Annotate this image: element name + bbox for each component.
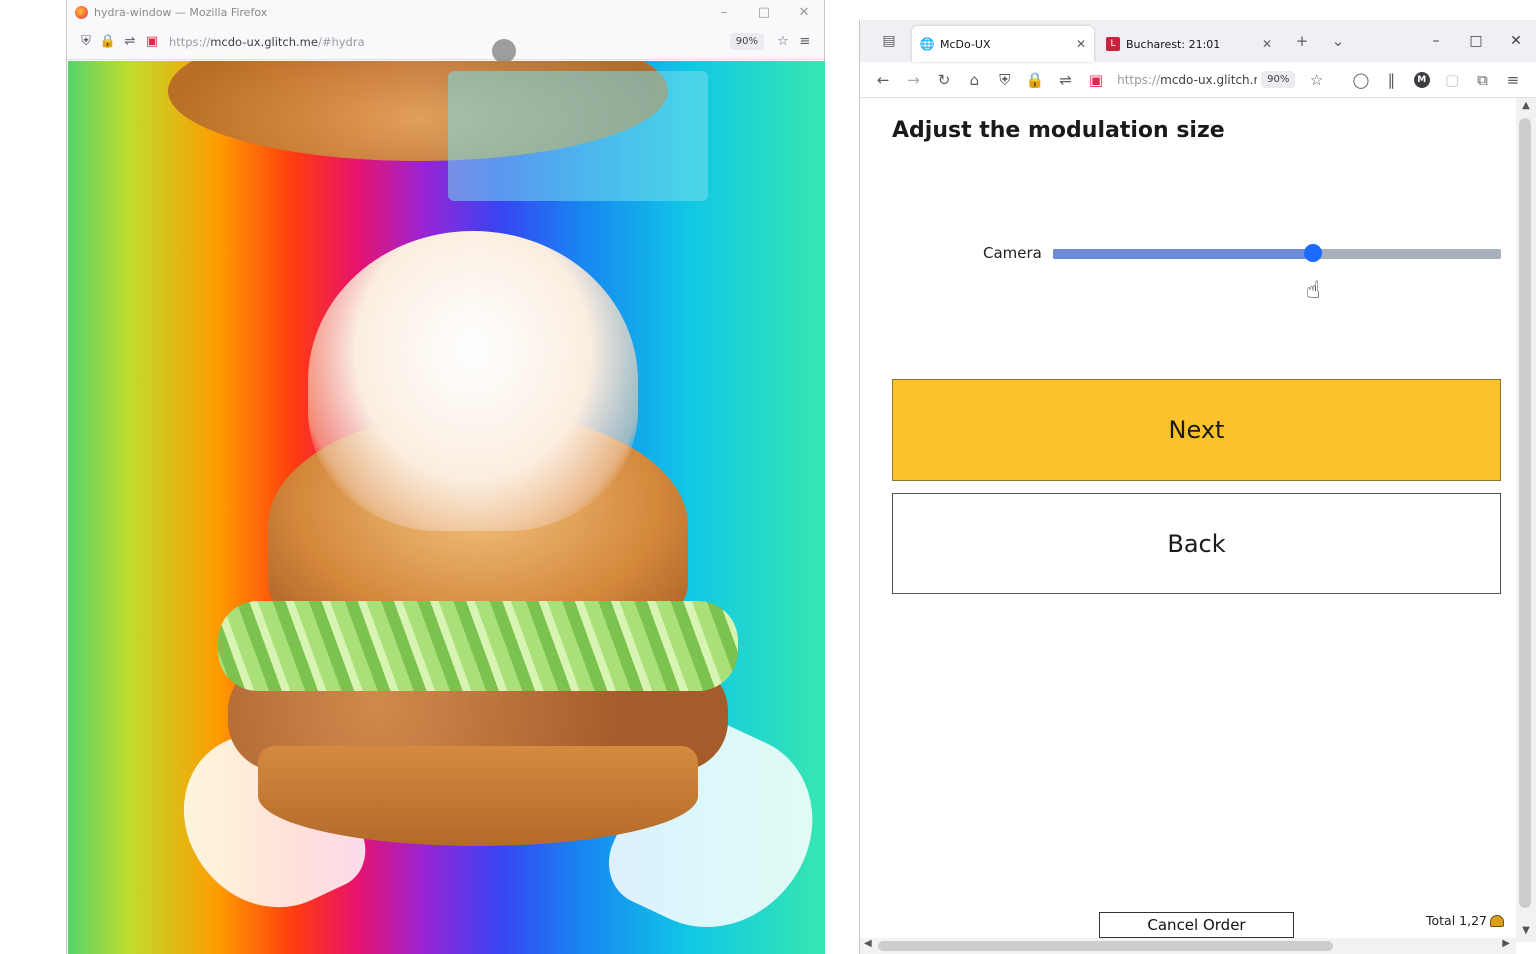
slider-fill (1053, 249, 1313, 259)
close-icon[interactable]: ✕ (1496, 20, 1536, 62)
url-scheme: https:// (169, 34, 211, 49)
camera-sharing-icon[interactable]: ▣ (1081, 69, 1111, 91)
home-icon[interactable]: ⌂ (959, 69, 989, 91)
right-url-field[interactable]: https://mcdo-ux.glitch.me (1117, 73, 1257, 87)
shield-icon[interactable]: ⛨ (75, 31, 97, 53)
tab-strip-extras: + ⌄ (1284, 20, 1356, 62)
hydra-canvas (68, 61, 825, 954)
camera-sharing-icon[interactable]: ▣ (141, 31, 163, 53)
extensions-icon[interactable]: ⧉ (1467, 69, 1497, 91)
url-host: mcdo-ux.glitch.me (1160, 72, 1257, 87)
horizontal-scrollbar[interactable]: ◀ ▶ (860, 938, 1516, 954)
nav-bar: ← → ↻ ⌂ ⛨ 🔒 ⇌ ▣ https://mcdo-ux.glitch.m… (860, 62, 1536, 98)
scroll-right-icon[interactable]: ▶ (1502, 938, 1510, 949)
firefox-view-icon[interactable]: ▤ (866, 20, 912, 62)
bookmark-star-icon[interactable]: ☆ (1301, 69, 1331, 91)
tab-mcdo-ux[interactable]: 🌐 McDo-UX ✕ (912, 26, 1094, 62)
vertical-scroll-thumb[interactable] (1519, 118, 1531, 908)
recording-indicator-dot (492, 39, 516, 63)
order-total: Total 1,27 (1426, 913, 1504, 928)
tab-strip: ▤ 🌐 McDo-UX ✕ L Bucharest: 21:01 ✕ + ⌄ –… (860, 20, 1536, 62)
left-url-field[interactable]: https://mcdo-ux.glitch.me/#hydra (169, 35, 730, 49)
library-icon[interactable]: ‖ (1376, 69, 1406, 91)
tab-close-icon[interactable]: ✕ (1076, 37, 1086, 51)
tab-bucharest[interactable]: L Bucharest: 21:01 ✕ (1098, 26, 1280, 62)
next-button[interactable]: Next (892, 379, 1501, 481)
left-titlebar: hydra-window — Mozilla Firefox – □ ✕ (67, 0, 824, 24)
url-host: mcdo-ux.glitch.me (210, 34, 318, 49)
page-title: Adjust the modulation size (892, 118, 1225, 143)
left-window-controls: – □ ✕ (704, 0, 824, 24)
pocket-icon[interactable]: ◯ (1346, 69, 1376, 91)
container-icon[interactable]: ▢ (1437, 69, 1467, 91)
calendar-icon: L (1106, 37, 1120, 51)
firefox-logo-icon (75, 5, 88, 19)
scroll-down-icon[interactable]: ▼ (1516, 925, 1536, 936)
page-content: Adjust the modulation size Camera ☝ Next… (860, 98, 1516, 942)
account-badge: M (1413, 71, 1430, 88)
new-tab-icon[interactable]: + (1284, 32, 1320, 50)
zoom-level[interactable]: 90% (729, 33, 764, 50)
minimize-icon[interactable]: – (704, 0, 744, 24)
vertical-scrollbar[interactable]: ▲ ▼ (1516, 98, 1536, 942)
tab-label: McDo-UX (940, 37, 991, 51)
camera-slider[interactable] (1053, 244, 1501, 262)
reload-icon[interactable]: ↻ (929, 69, 959, 91)
permissions-icon[interactable]: ⇌ (119, 31, 141, 53)
hydra-firefox-window: hydra-window — Mozilla Firefox – □ ✕ ⛨ 🔒… (66, 0, 825, 954)
url-scheme: https:// (1117, 72, 1161, 87)
scroll-up-icon[interactable]: ▲ (1516, 100, 1536, 111)
right-window-controls: – □ ✕ (1416, 20, 1536, 62)
back-arrow-icon[interactable]: ← (868, 69, 898, 91)
left-urlbar: ⛨ 🔒 ⇌ ▣ https://mcdo-ux.glitch.me/#hydra… (67, 24, 824, 60)
white-splash (308, 231, 638, 531)
globe-icon: 🌐 (919, 37, 935, 51)
shield-icon[interactable]: ⛨ (990, 69, 1020, 91)
back-button[interactable]: Back (892, 493, 1501, 594)
hand-cursor-icon: ☝ (1306, 276, 1321, 304)
tab-close-icon[interactable]: ✕ (1262, 37, 1272, 51)
scroll-left-icon[interactable]: ◀ (864, 938, 872, 949)
account-icon[interactable]: M (1407, 69, 1437, 91)
maximize-icon[interactable]: □ (744, 0, 784, 24)
burger-image (157, 211, 825, 954)
glitch-overlay (448, 71, 708, 201)
lettuce (218, 601, 738, 691)
mcdo-ux-firefox-window: ▤ 🌐 McDo-UX ✕ L Bucharest: 21:01 ✕ + ⌄ –… (859, 20, 1536, 954)
horizontal-scroll-thumb[interactable] (878, 941, 1333, 951)
maximize-icon[interactable]: □ (1456, 20, 1496, 62)
close-icon[interactable]: ✕ (784, 0, 824, 24)
menu-icon[interactable]: ≡ (794, 31, 816, 53)
bookmark-star-icon[interactable]: ☆ (772, 31, 794, 53)
forward-arrow-icon[interactable]: → (898, 69, 928, 91)
total-text: Total 1,27 (1426, 913, 1487, 928)
list-tabs-icon[interactable]: ⌄ (1320, 32, 1356, 50)
menu-icon[interactable]: ≡ (1498, 69, 1528, 91)
cancel-order-button[interactable]: Cancel Order (1099, 912, 1294, 938)
minimize-icon[interactable]: – (1416, 20, 1456, 62)
bun-bottom (258, 746, 698, 846)
lock-icon[interactable]: 🔒 (97, 31, 119, 53)
zoom-level[interactable]: 90% (1261, 71, 1296, 88)
permissions-icon[interactable]: ⇌ (1050, 69, 1080, 91)
slider-thumb[interactable] (1303, 244, 1322, 262)
camera-slider-label: Camera (983, 244, 1042, 262)
tab-label: Bucharest: 21:01 (1126, 37, 1221, 51)
lock-icon[interactable]: 🔒 (1020, 69, 1050, 91)
url-path: /#hydra (317, 34, 365, 49)
left-window-title: hydra-window — Mozilla Firefox (94, 5, 268, 19)
burger-coin-icon (1490, 914, 1504, 927)
